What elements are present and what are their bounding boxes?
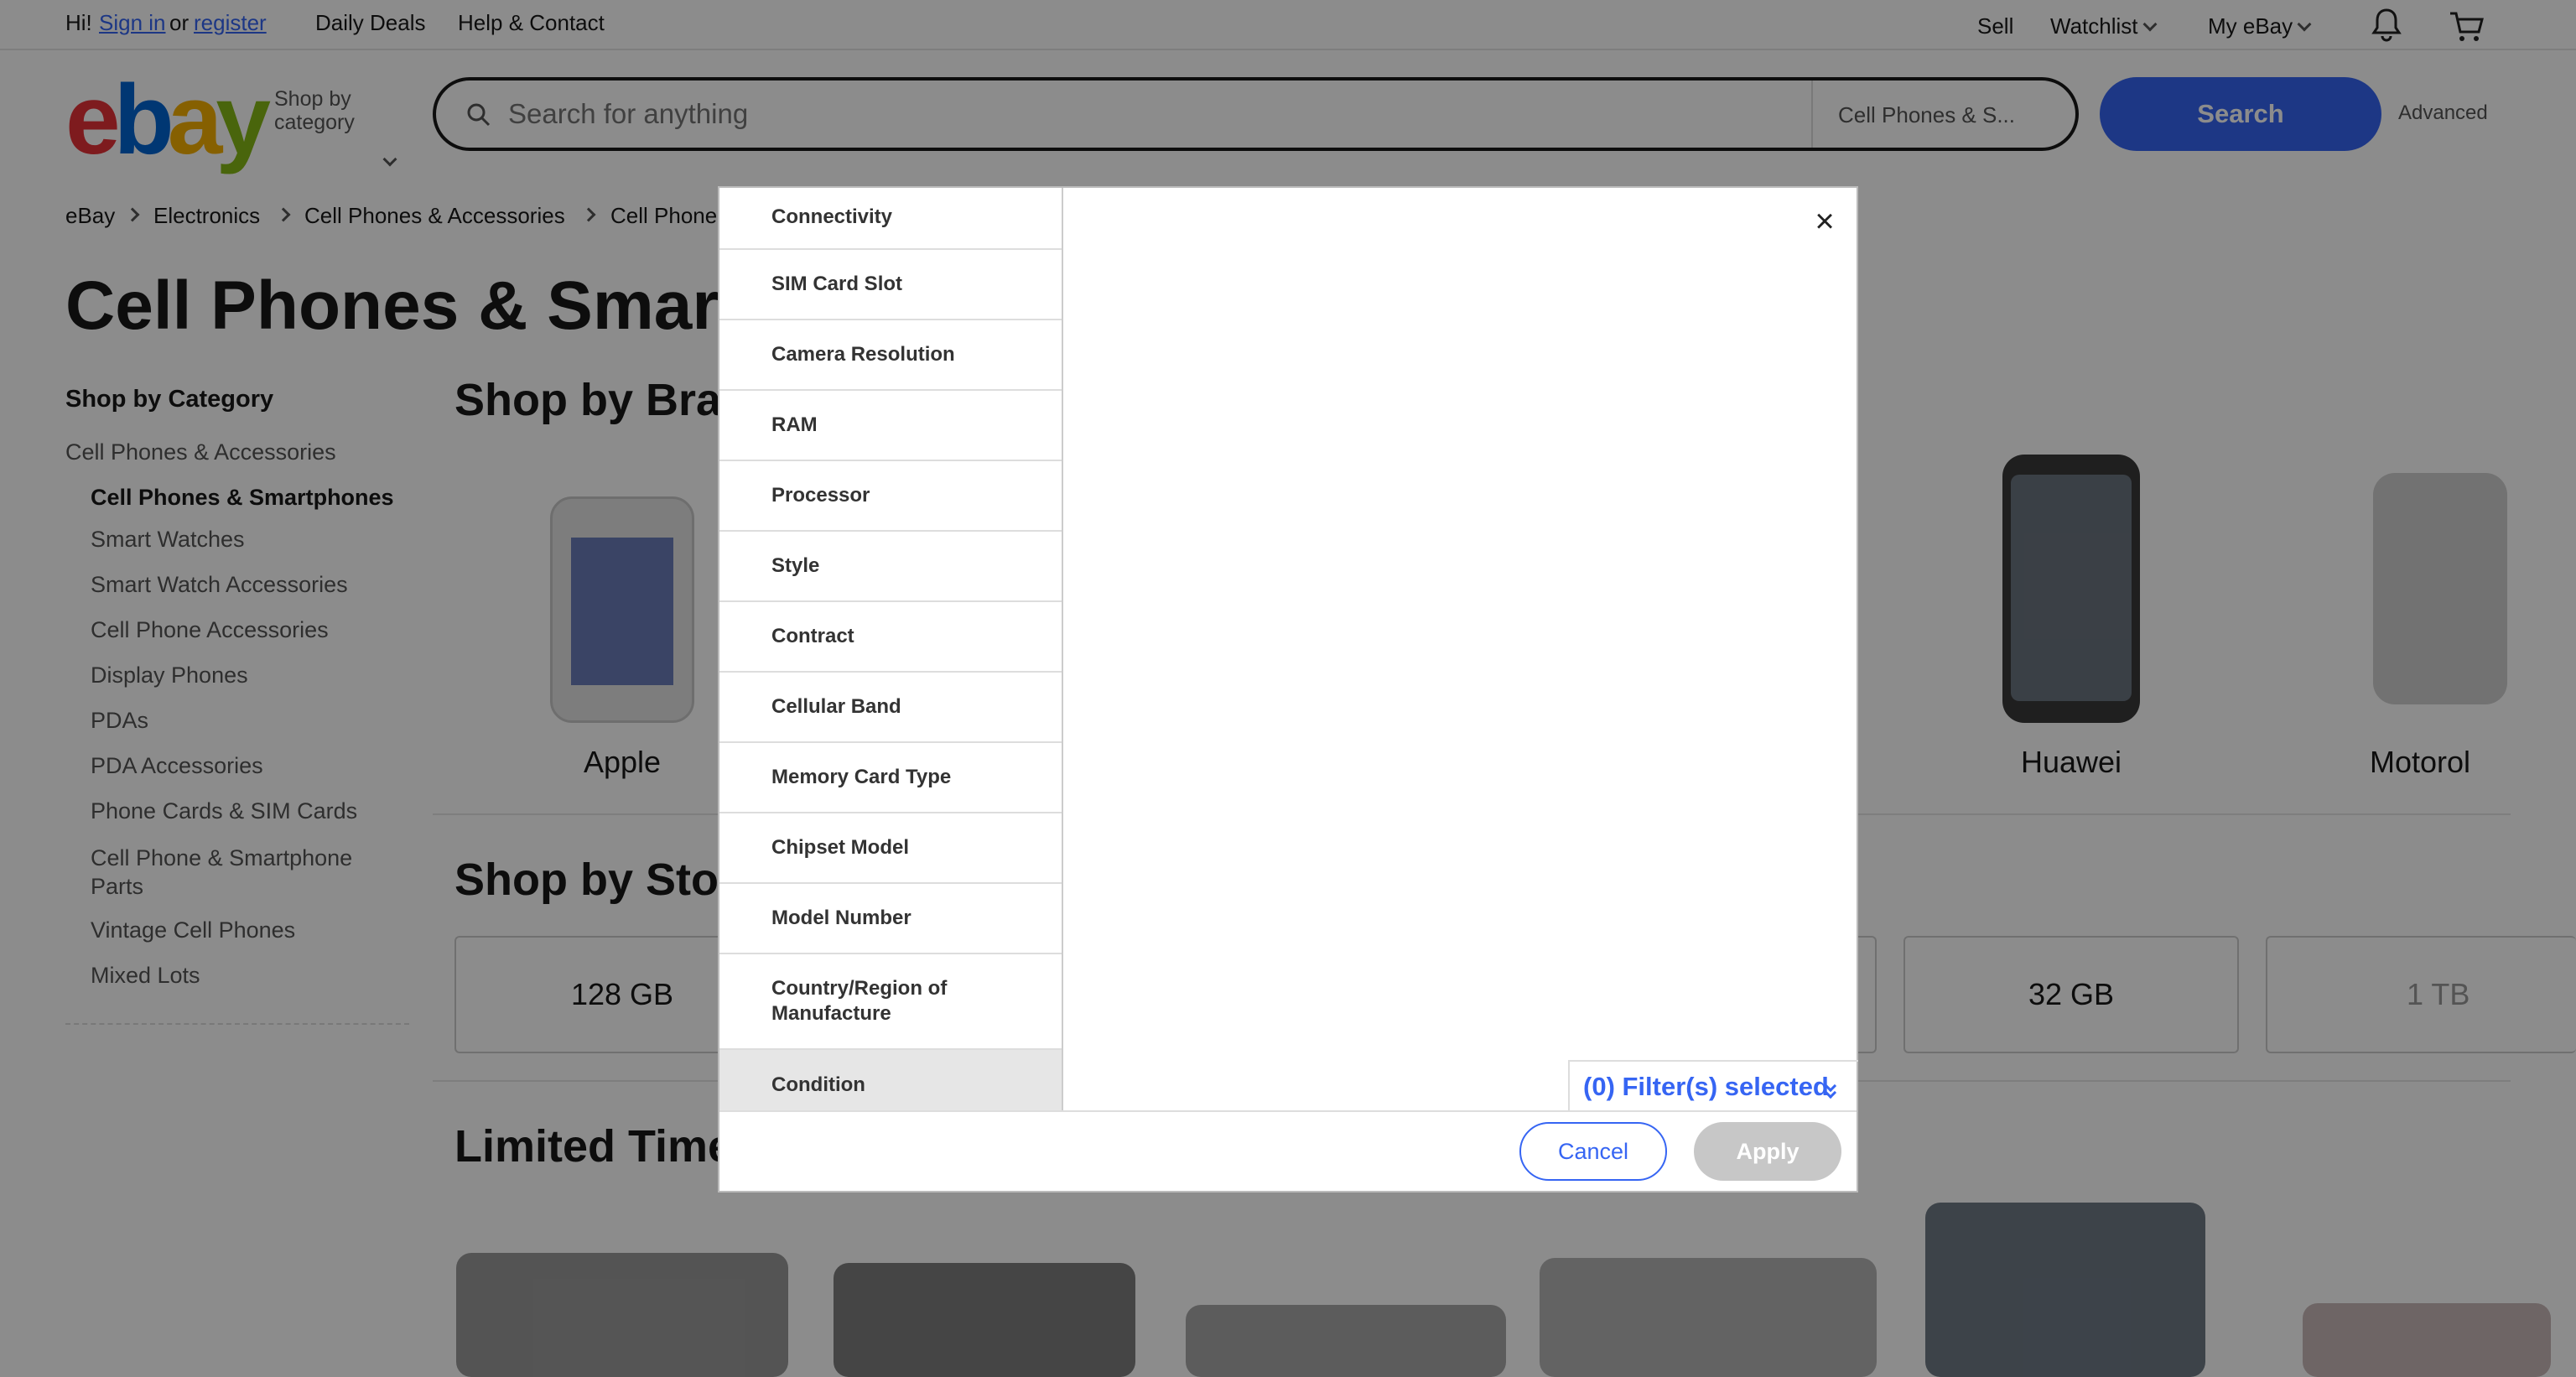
- filter-condition[interactable]: Condition: [719, 1050, 1062, 1110]
- filter-model-number[interactable]: Model Number: [719, 884, 1062, 954]
- filter-memory-card-type[interactable]: Memory Card Type: [719, 743, 1062, 813]
- filter-connectivity[interactable]: Connectivity: [719, 188, 1062, 250]
- filter-modal: Connectivity SIM Card Slot Camera Resolu…: [718, 186, 1858, 1193]
- filter-camera-resolution[interactable]: Camera Resolution: [719, 320, 1062, 391]
- filter-ram[interactable]: RAM: [719, 391, 1062, 461]
- filter-country-region[interactable]: Country/Region of Manufacture: [719, 954, 1062, 1050]
- cancel-button[interactable]: Cancel: [1519, 1122, 1667, 1181]
- filter-contract[interactable]: Contract: [719, 602, 1062, 673]
- filter-sim-card-slot[interactable]: SIM Card Slot: [719, 250, 1062, 320]
- modal-footer: [719, 1110, 1857, 1112]
- filter-cellular-band[interactable]: Cellular Band: [719, 673, 1062, 743]
- filter-chipset-model[interactable]: Chipset Model: [719, 813, 1062, 884]
- filters-selected-toggle[interactable]: (0) Filter(s) selected: [1568, 1060, 1858, 1110]
- filter-style[interactable]: Style: [719, 532, 1062, 602]
- close-icon[interactable]: ×: [1810, 205, 1840, 238]
- filters-selected-label: (0) Filter(s) selected: [1583, 1072, 1829, 1101]
- filter-processor[interactable]: Processor: [719, 461, 1062, 532]
- filter-category-list: Connectivity SIM Card Slot Camera Resolu…: [719, 188, 1063, 1110]
- apply-button[interactable]: Apply: [1694, 1122, 1841, 1181]
